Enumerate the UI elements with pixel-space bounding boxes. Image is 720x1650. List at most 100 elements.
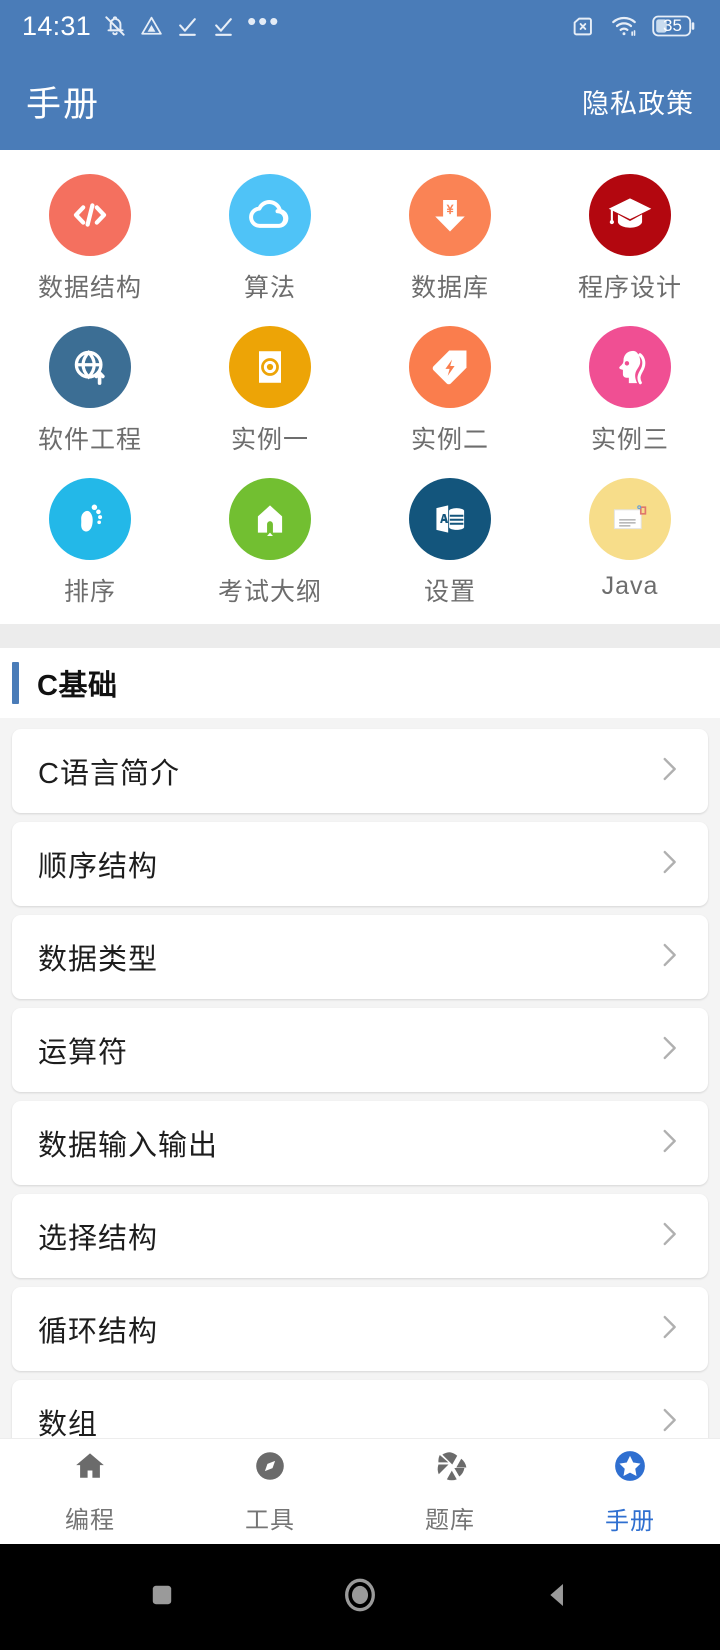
wifi-icon [610, 12, 638, 40]
topic-list[interactable]: C语言简介 顺序结构 数据类型 运算符 数据输入输出 选择结构 循环结构 数组 [0, 718, 720, 1438]
bottom-tab-bar: 编程 工具 题库 手册 [0, 1438, 720, 1544]
check-underline-icon [211, 14, 236, 39]
tab-label: 题库 [425, 1507, 475, 1534]
list-item[interactable]: 循环结构 [12, 1287, 708, 1371]
chevron-right-icon [652, 752, 686, 791]
grid-item-label: 设置 [423, 578, 476, 606]
grid-item-algorithm[interactable]: 算法 [180, 164, 360, 310]
home-icon [72, 1448, 108, 1489]
list-item-label: C语言简介 [38, 758, 180, 790]
home-arrow-icon [229, 478, 311, 560]
list-item-label: 顺序结构 [38, 851, 159, 883]
check-underline-icon [175, 14, 200, 39]
grid-item-example-three[interactable]: 实例三 [540, 316, 720, 462]
grid-item-java[interactable]: Java [540, 468, 720, 614]
list-item[interactable]: C语言简介 [12, 729, 708, 813]
grid-item-label: 算法 [243, 274, 296, 302]
list-item-label: 运算符 [38, 1037, 129, 1069]
chevron-right-icon [652, 1031, 686, 1070]
disc-document-icon [229, 326, 311, 408]
footprint-icon [49, 478, 131, 560]
list-item-label: 数组 [38, 1409, 99, 1438]
home-circle-icon[interactable] [339, 1574, 381, 1621]
section-divider [0, 624, 720, 648]
document-page-icon [589, 478, 671, 560]
globe-upload-icon [49, 326, 131, 408]
list-item[interactable]: 顺序结构 [12, 822, 708, 906]
more-dots-icon: ••• [247, 6, 281, 36]
tab-question-bank[interactable]: 题库 [360, 1439, 540, 1544]
tab-programming[interactable]: 编程 [0, 1439, 180, 1544]
list-item-label: 选择结构 [38, 1223, 159, 1255]
download-yen-icon [409, 174, 491, 256]
icon-grid-section: 数据结构 算法 数据库 程序设计 软件工程 实例一 实例二 实例三 排序 考试大… [0, 150, 720, 624]
list-item[interactable]: 数据类型 [12, 915, 708, 999]
chevron-right-icon [652, 1217, 686, 1256]
sim-card-off-icon [569, 13, 596, 40]
chevron-right-icon [652, 845, 686, 884]
android-navigation-bar [0, 1544, 720, 1650]
list-item-label: 数据输入输出 [38, 1130, 219, 1162]
grid-item-exam-outline[interactable]: 考试大纲 [180, 468, 360, 614]
grid-item-example-two[interactable]: 实例二 [360, 316, 540, 462]
chevron-right-icon [652, 1310, 686, 1349]
grid-item-example-one[interactable]: 实例一 [180, 316, 360, 462]
privacy-policy-button[interactable]: 隐私政策 [582, 82, 694, 121]
tag-bolt-icon [409, 326, 491, 408]
compass-icon [252, 1448, 288, 1489]
grid-item-label: 实例二 [410, 426, 489, 454]
grid-item-database[interactable]: 数据库 [360, 164, 540, 310]
chevron-right-icon [652, 938, 686, 977]
tab-label: 工具 [245, 1507, 295, 1534]
grid-item-label: 程序设计 [577, 274, 682, 302]
list-item-label: 数据类型 [38, 944, 159, 976]
grid-item-label: Java [601, 572, 659, 600]
page-title: 手册 [26, 84, 101, 124]
grid-item-sorting[interactable]: 排序 [0, 468, 180, 614]
bell-muted-icon [102, 13, 128, 39]
cloud-icon [229, 174, 311, 256]
tab-label: 手册 [605, 1508, 655, 1535]
aperture-icon [432, 1448, 468, 1489]
list-item[interactable]: 数据输入输出 [12, 1101, 708, 1185]
battery-icon: 35 [652, 13, 698, 39]
grid-item-label: 实例一 [230, 426, 309, 454]
status-bar-right: 35 [569, 12, 698, 40]
code-brackets-icon [49, 174, 131, 256]
back-triangle-icon[interactable] [541, 1578, 575, 1617]
grid-item-label: 数据库 [410, 274, 489, 302]
star-badge-icon [611, 1447, 649, 1490]
drive-triangle-icon [139, 14, 164, 39]
grid-item-label: 考试大纲 [217, 578, 322, 606]
tab-tools[interactable]: 工具 [180, 1439, 360, 1544]
chevron-right-icon [652, 1403, 686, 1439]
recents-square-icon[interactable] [145, 1578, 179, 1617]
grid-item-program-design[interactable]: 程序设计 [540, 164, 720, 310]
list-item[interactable]: 选择结构 [12, 1194, 708, 1278]
list-item[interactable]: 运算符 [12, 1008, 708, 1092]
status-time: 14:31 [22, 10, 92, 41]
tab-manual[interactable]: 手册 [540, 1439, 720, 1544]
status-bar-left: 14:31 ••• [22, 6, 281, 42]
app-root: 14:31 ••• 35 手册 隐私政策 数据结构 算法 数据库 程序设计 软件… [0, 0, 720, 1650]
list-item-label: 循环结构 [38, 1316, 159, 1348]
woman-profile-icon [589, 326, 671, 408]
section-header: C基础 [0, 648, 720, 718]
grid-item-label: 排序 [63, 578, 116, 606]
chevron-right-icon [652, 1124, 686, 1163]
app-bar: 手册 隐私政策 [0, 52, 720, 150]
graduation-cap-icon [589, 174, 671, 256]
grid-item-data-structure[interactable]: 数据结构 [0, 164, 180, 310]
grid-item-label: 数据结构 [37, 274, 142, 302]
icon-grid: 数据结构 算法 数据库 程序设计 软件工程 实例一 实例二 实例三 排序 考试大… [0, 164, 720, 614]
grid-item-software-engineering[interactable]: 软件工程 [0, 316, 180, 462]
list-item[interactable]: 数组 [12, 1380, 708, 1438]
tab-label: 编程 [65, 1507, 115, 1534]
section-title: C基础 [37, 670, 118, 702]
access-database-icon [409, 478, 491, 560]
grid-item-label: 软件工程 [37, 426, 142, 454]
section-accent-bar [12, 662, 19, 704]
battery-level: 35 [663, 16, 682, 35]
grid-item-settings[interactable]: 设置 [360, 468, 540, 614]
grid-item-label: 实例三 [590, 426, 669, 454]
